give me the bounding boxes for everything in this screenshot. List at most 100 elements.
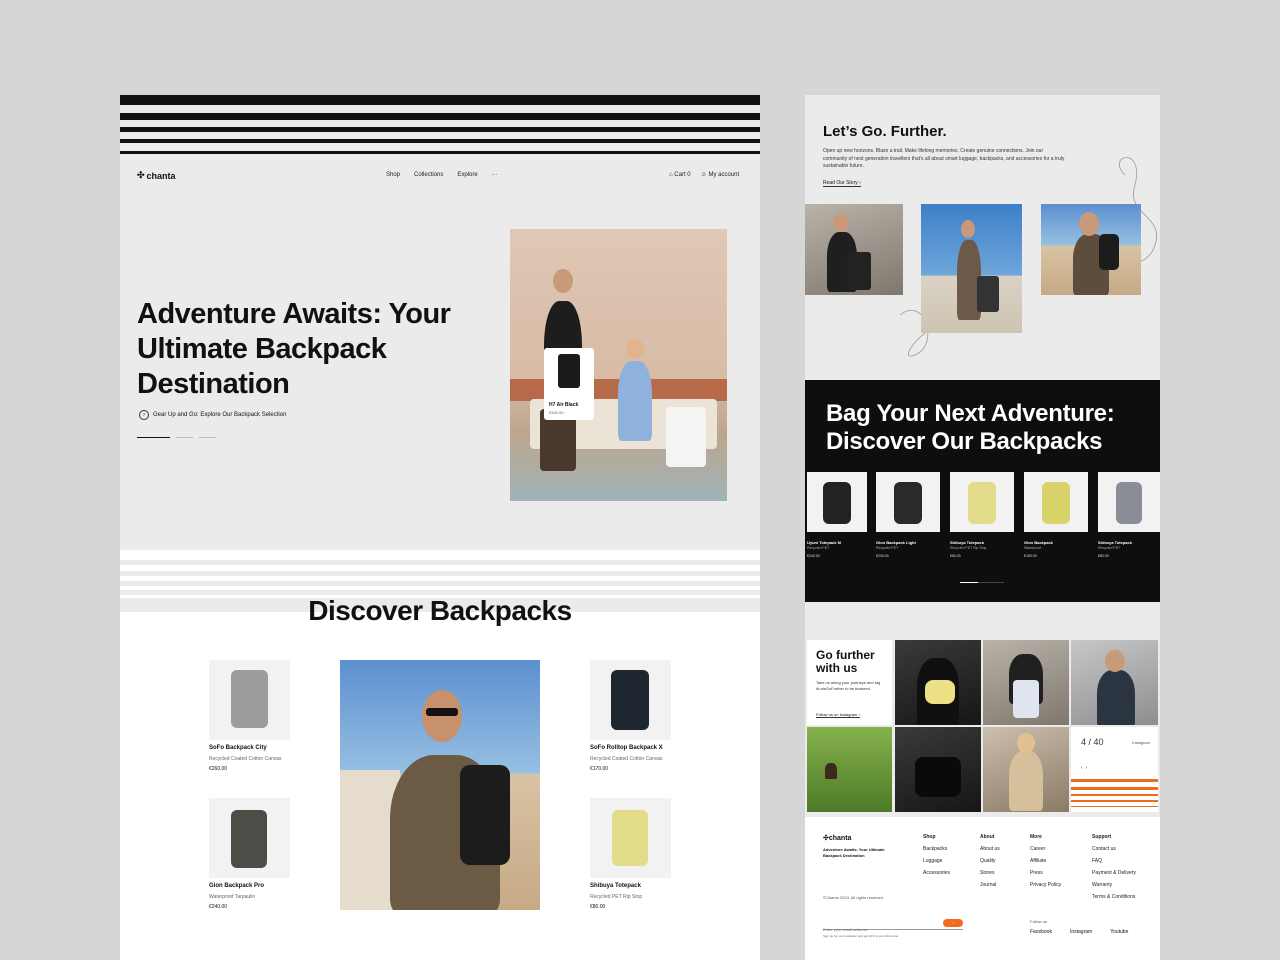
hero-image <box>510 229 727 501</box>
footer-link[interactable]: Quality <box>980 858 1000 864</box>
social-counter-card: 4 / 40 Instagram ‹ › <box>1071 727 1158 812</box>
footer-link[interactable]: Journal <box>980 882 1000 888</box>
suitcase <box>666 407 706 467</box>
cart-link[interactable]: ⌂ Cart 0 <box>669 172 691 178</box>
nav-collections[interactable]: Collections <box>414 172 443 178</box>
discover-title: Discover Backpacks <box>308 595 572 626</box>
footer-link[interactable]: Privacy Policy <box>1030 882 1061 888</box>
person-head <box>422 690 462 742</box>
bag <box>925 680 955 704</box>
carousel-labels: Uyuni Totepack M Recycled PET €240.00 Gi… <box>807 540 1132 558</box>
person <box>1097 670 1135 725</box>
footer-link[interactable]: FAQ <box>1092 858 1136 864</box>
social-image <box>983 640 1069 725</box>
instagram-link[interactable]: Follow us on Instagram › <box>816 712 860 718</box>
product-tile[interactable] <box>590 798 671 878</box>
youtube-link[interactable]: Youtube <box>1110 929 1128 935</box>
person-head <box>833 214 849 232</box>
footer-link[interactable]: Warranty <box>1092 882 1136 888</box>
footer-link[interactable]: Accessories <box>923 870 950 876</box>
nav-more[interactable]: ··· <box>492 172 498 178</box>
footer-link[interactable]: Press <box>1030 870 1061 876</box>
accent-stripe <box>1071 794 1158 796</box>
email-input[interactable] <box>823 927 923 932</box>
person <box>1009 751 1043 811</box>
footer-link[interactable]: About us <box>980 846 1000 852</box>
footer: ✣chanta Adventure Awaits: Your Ultimate … <box>805 817 1160 960</box>
social-title: Go further with us <box>816 648 875 675</box>
social-links: Facebook Instagram Youtube <box>1030 929 1128 935</box>
backpack <box>460 765 510 865</box>
hero-cta[interactable]: › Gear Up and Go: Explore Our Backpack S… <box>139 410 286 420</box>
footer-link[interactable]: Stores <box>980 870 1000 876</box>
footer-link[interactable]: Payment & Delivery <box>1092 870 1136 876</box>
product-tile[interactable] <box>209 660 290 740</box>
facebook-link[interactable]: Facebook <box>1030 929 1052 935</box>
logo[interactable]: ✣ chanta <box>137 170 176 181</box>
product-tile[interactable] <box>590 660 671 740</box>
stripe <box>120 565 760 571</box>
stripe <box>120 139 760 143</box>
instagram-link[interactable]: Instagram <box>1070 929 1092 935</box>
carousel-progress[interactable] <box>960 582 1004 583</box>
stripe <box>120 550 760 560</box>
stripe <box>120 576 760 581</box>
carousel-tile[interactable] <box>1098 472 1160 532</box>
page-dot[interactable] <box>199 437 216 438</box>
stripe <box>120 113 760 120</box>
person-head <box>1017 733 1035 753</box>
footer-col-more: More Career Affiliate Press Privacy Poli… <box>1030 834 1062 888</box>
luggage-thumb <box>558 354 580 388</box>
footer-link[interactable]: Affiliate <box>1030 858 1061 864</box>
nav-explore[interactable]: Explore <box>457 172 477 178</box>
footer-link[interactable]: Terms & Conditions <box>1092 894 1136 900</box>
next-icon[interactable]: › <box>1085 765 1087 771</box>
carousel-tile[interactable] <box>807 472 867 532</box>
stripe <box>120 127 760 132</box>
left-mockup: ✣ chanta Shop Collections Explore ··· ⌂ C… <box>120 95 760 960</box>
prev-icon[interactable]: ‹ <box>1081 765 1083 771</box>
person <box>618 361 652 441</box>
backpack-image <box>894 482 922 524</box>
product-tile[interactable] <box>209 798 290 878</box>
featured-image <box>340 660 540 910</box>
accent-stripe <box>1071 779 1158 782</box>
carousel-tile[interactable] <box>1024 472 1088 532</box>
stripe <box>120 586 760 590</box>
backpack-image <box>1042 482 1070 524</box>
accent-stripe <box>1071 787 1158 790</box>
footer-link[interactable]: Contact us <box>1092 846 1136 852</box>
bag <box>915 757 961 797</box>
newsletter: › <box>823 918 963 932</box>
carousel-tile[interactable] <box>950 472 1014 532</box>
hero-pagination[interactable] <box>137 437 216 438</box>
footer-link[interactable]: Career <box>1030 846 1061 852</box>
carousel[interactable] <box>805 472 1160 532</box>
story-image <box>921 204 1022 333</box>
backpack <box>1099 234 1119 270</box>
prev-next[interactable]: ‹ › <box>1081 765 1087 771</box>
stripe <box>120 95 760 105</box>
account-link[interactable]: ☺ My account <box>701 172 740 178</box>
person-head <box>1105 650 1125 672</box>
backpack-image <box>1116 482 1142 524</box>
subscribe-button[interactable]: › <box>943 919 963 927</box>
main-nav: Shop Collections Explore ··· <box>386 172 498 178</box>
story-image <box>1041 204 1141 295</box>
bag-adventure-section: Bag Your Next Adventure: Discover Our Ba… <box>805 380 1160 602</box>
hero-product-card[interactable]: H7 Air Black €340.00 <box>544 348 594 420</box>
footer-col-shop: Shop Backpacks Luggage Accessories <box>923 834 950 876</box>
logo-icon: ✣ <box>137 170 145 180</box>
footer-logo[interactable]: ✣chanta <box>823 834 851 842</box>
footer-link[interactable]: Backpacks <box>923 846 950 852</box>
carousel-tile[interactable] <box>876 472 940 532</box>
footer-link[interactable]: Luggage <box>923 858 950 864</box>
nav-right: ⌂ Cart 0 ☺ My account <box>669 172 739 178</box>
backpack-image <box>611 670 649 730</box>
page-dot-active[interactable] <box>137 437 170 438</box>
nav-shop[interactable]: Shop <box>386 172 400 178</box>
person <box>825 763 837 779</box>
suitcase <box>977 276 999 312</box>
social-card: Go further with us Take us along your jo… <box>807 640 892 725</box>
page-dot[interactable] <box>176 437 193 438</box>
